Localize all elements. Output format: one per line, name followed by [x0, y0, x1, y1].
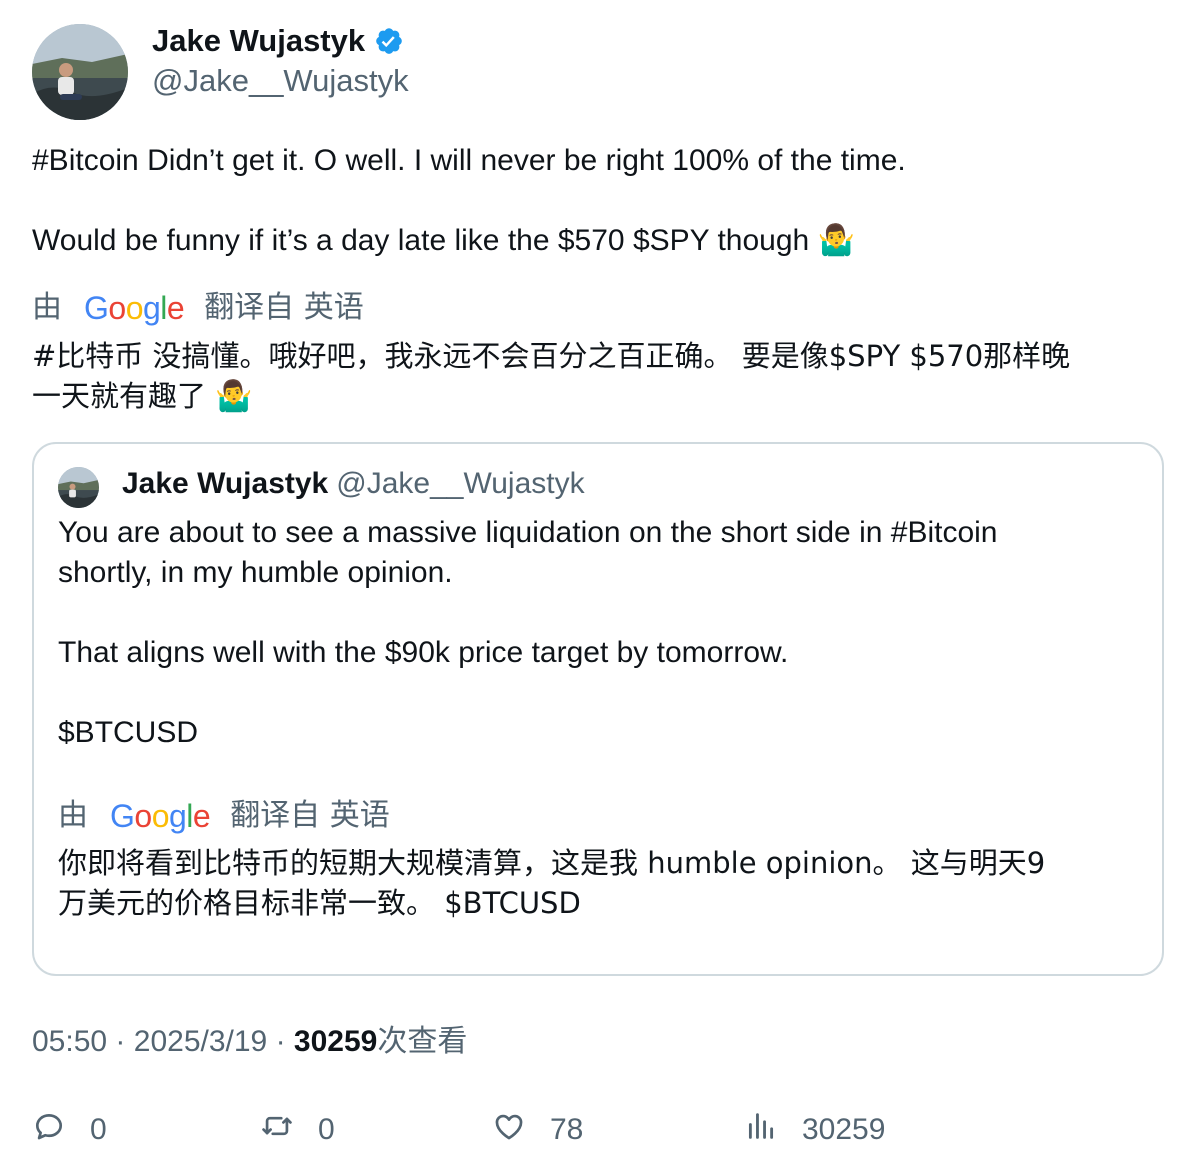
translation-attribution: 由 Google 翻译自 英语	[32, 288, 364, 328]
quoted-text-line-4: $BTCUSD	[58, 716, 199, 749]
views-label: 次查看	[377, 1024, 468, 1059]
tweet-meta: 05:50 · 2025/3/19 · 30259次查看	[32, 1022, 467, 1062]
google-logo: Google	[110, 798, 211, 834]
translation-by-label: 由	[32, 290, 62, 325]
shrug-emoji: 🤷‍♂️	[215, 379, 253, 414]
quoted-avatar[interactable]	[58, 467, 99, 508]
quoted-author-name[interactable]: Jake Wujastyk	[122, 467, 328, 500]
meta-separator: ·	[115, 1025, 126, 1058]
meta-separator: ·	[275, 1025, 286, 1058]
views-action-count: 30259	[802, 1113, 886, 1146]
google-logo: Google	[84, 290, 185, 326]
quoted-text-line-2: shortly, in my humble opinion.	[58, 556, 453, 589]
reply-count: 0	[90, 1113, 107, 1146]
heart-icon	[492, 1109, 526, 1151]
quoted-translation-line-1: 你即将看到比特币的短期大规模清算，这是我 humble opinion。 这与明…	[58, 846, 1046, 880]
author-name[interactable]: Jake Wujastyk	[152, 22, 365, 60]
reply-button[interactable]: 0	[32, 1108, 107, 1152]
quoted-translation-attribution: 由 Google 翻译自 英语	[58, 796, 390, 836]
avatar[interactable]	[32, 24, 128, 120]
translation-by-label: 由	[58, 798, 88, 833]
author-handle[interactable]: @Jake__Wujastyk	[152, 62, 409, 100]
shrug-emoji: 🤷‍♂️	[817, 223, 855, 258]
analytics-icon	[744, 1109, 778, 1151]
tweet-time[interactable]: 05:50	[32, 1025, 107, 1058]
tweet-date[interactable]: 2025/3/19	[134, 1025, 267, 1058]
reply-icon	[32, 1109, 66, 1151]
author-display-name[interactable]: Jake Wujastyk	[152, 22, 404, 60]
quoted-text-line-1: You are about to see a massive liquidati…	[58, 516, 998, 549]
translation-text-line-2: 一天就有趣了 🤷‍♂️	[32, 376, 253, 417]
quoted-text-line-3: That aligns well with the $90k price tar…	[58, 636, 789, 669]
tweet-text-line-2-content: Would be funny if it’s a day late like t…	[32, 224, 810, 257]
like-button[interactable]: 78	[492, 1108, 583, 1152]
translation-text-line-1: #比特币 没搞懂。哦好吧，我永远不会百分之百正确。 要是像$SPY $570那样…	[32, 339, 1071, 373]
quoted-translation-line-2: 万美元的价格目标非常一致。 $BTCUSD	[58, 886, 581, 920]
like-count: 78	[550, 1113, 584, 1146]
verified-badge-icon	[374, 26, 404, 56]
retweet-button[interactable]: 0	[260, 1108, 335, 1152]
translation-from-label: 翻译自 英语	[230, 798, 390, 833]
translation-text-line-2-content: 一天就有趣了	[32, 379, 207, 413]
retweet-icon	[260, 1109, 294, 1151]
quoted-author-handle[interactable]: @Jake__Wujastyk	[336, 467, 584, 500]
views-button[interactable]: 30259	[744, 1108, 885, 1152]
views-count: 30259	[293, 1025, 378, 1058]
retweet-count: 0	[318, 1113, 335, 1146]
tweet-text-line-2: Would be funny if it’s a day late like t…	[32, 221, 855, 261]
quoted-author[interactable]: Jake Wujastyk @Jake__Wujastyk	[122, 465, 585, 503]
translation-from-label: 翻译自 英语	[204, 290, 364, 325]
tweet-text-line-1: #Bitcoin Didn’t get it. O well. I will n…	[32, 144, 906, 177]
